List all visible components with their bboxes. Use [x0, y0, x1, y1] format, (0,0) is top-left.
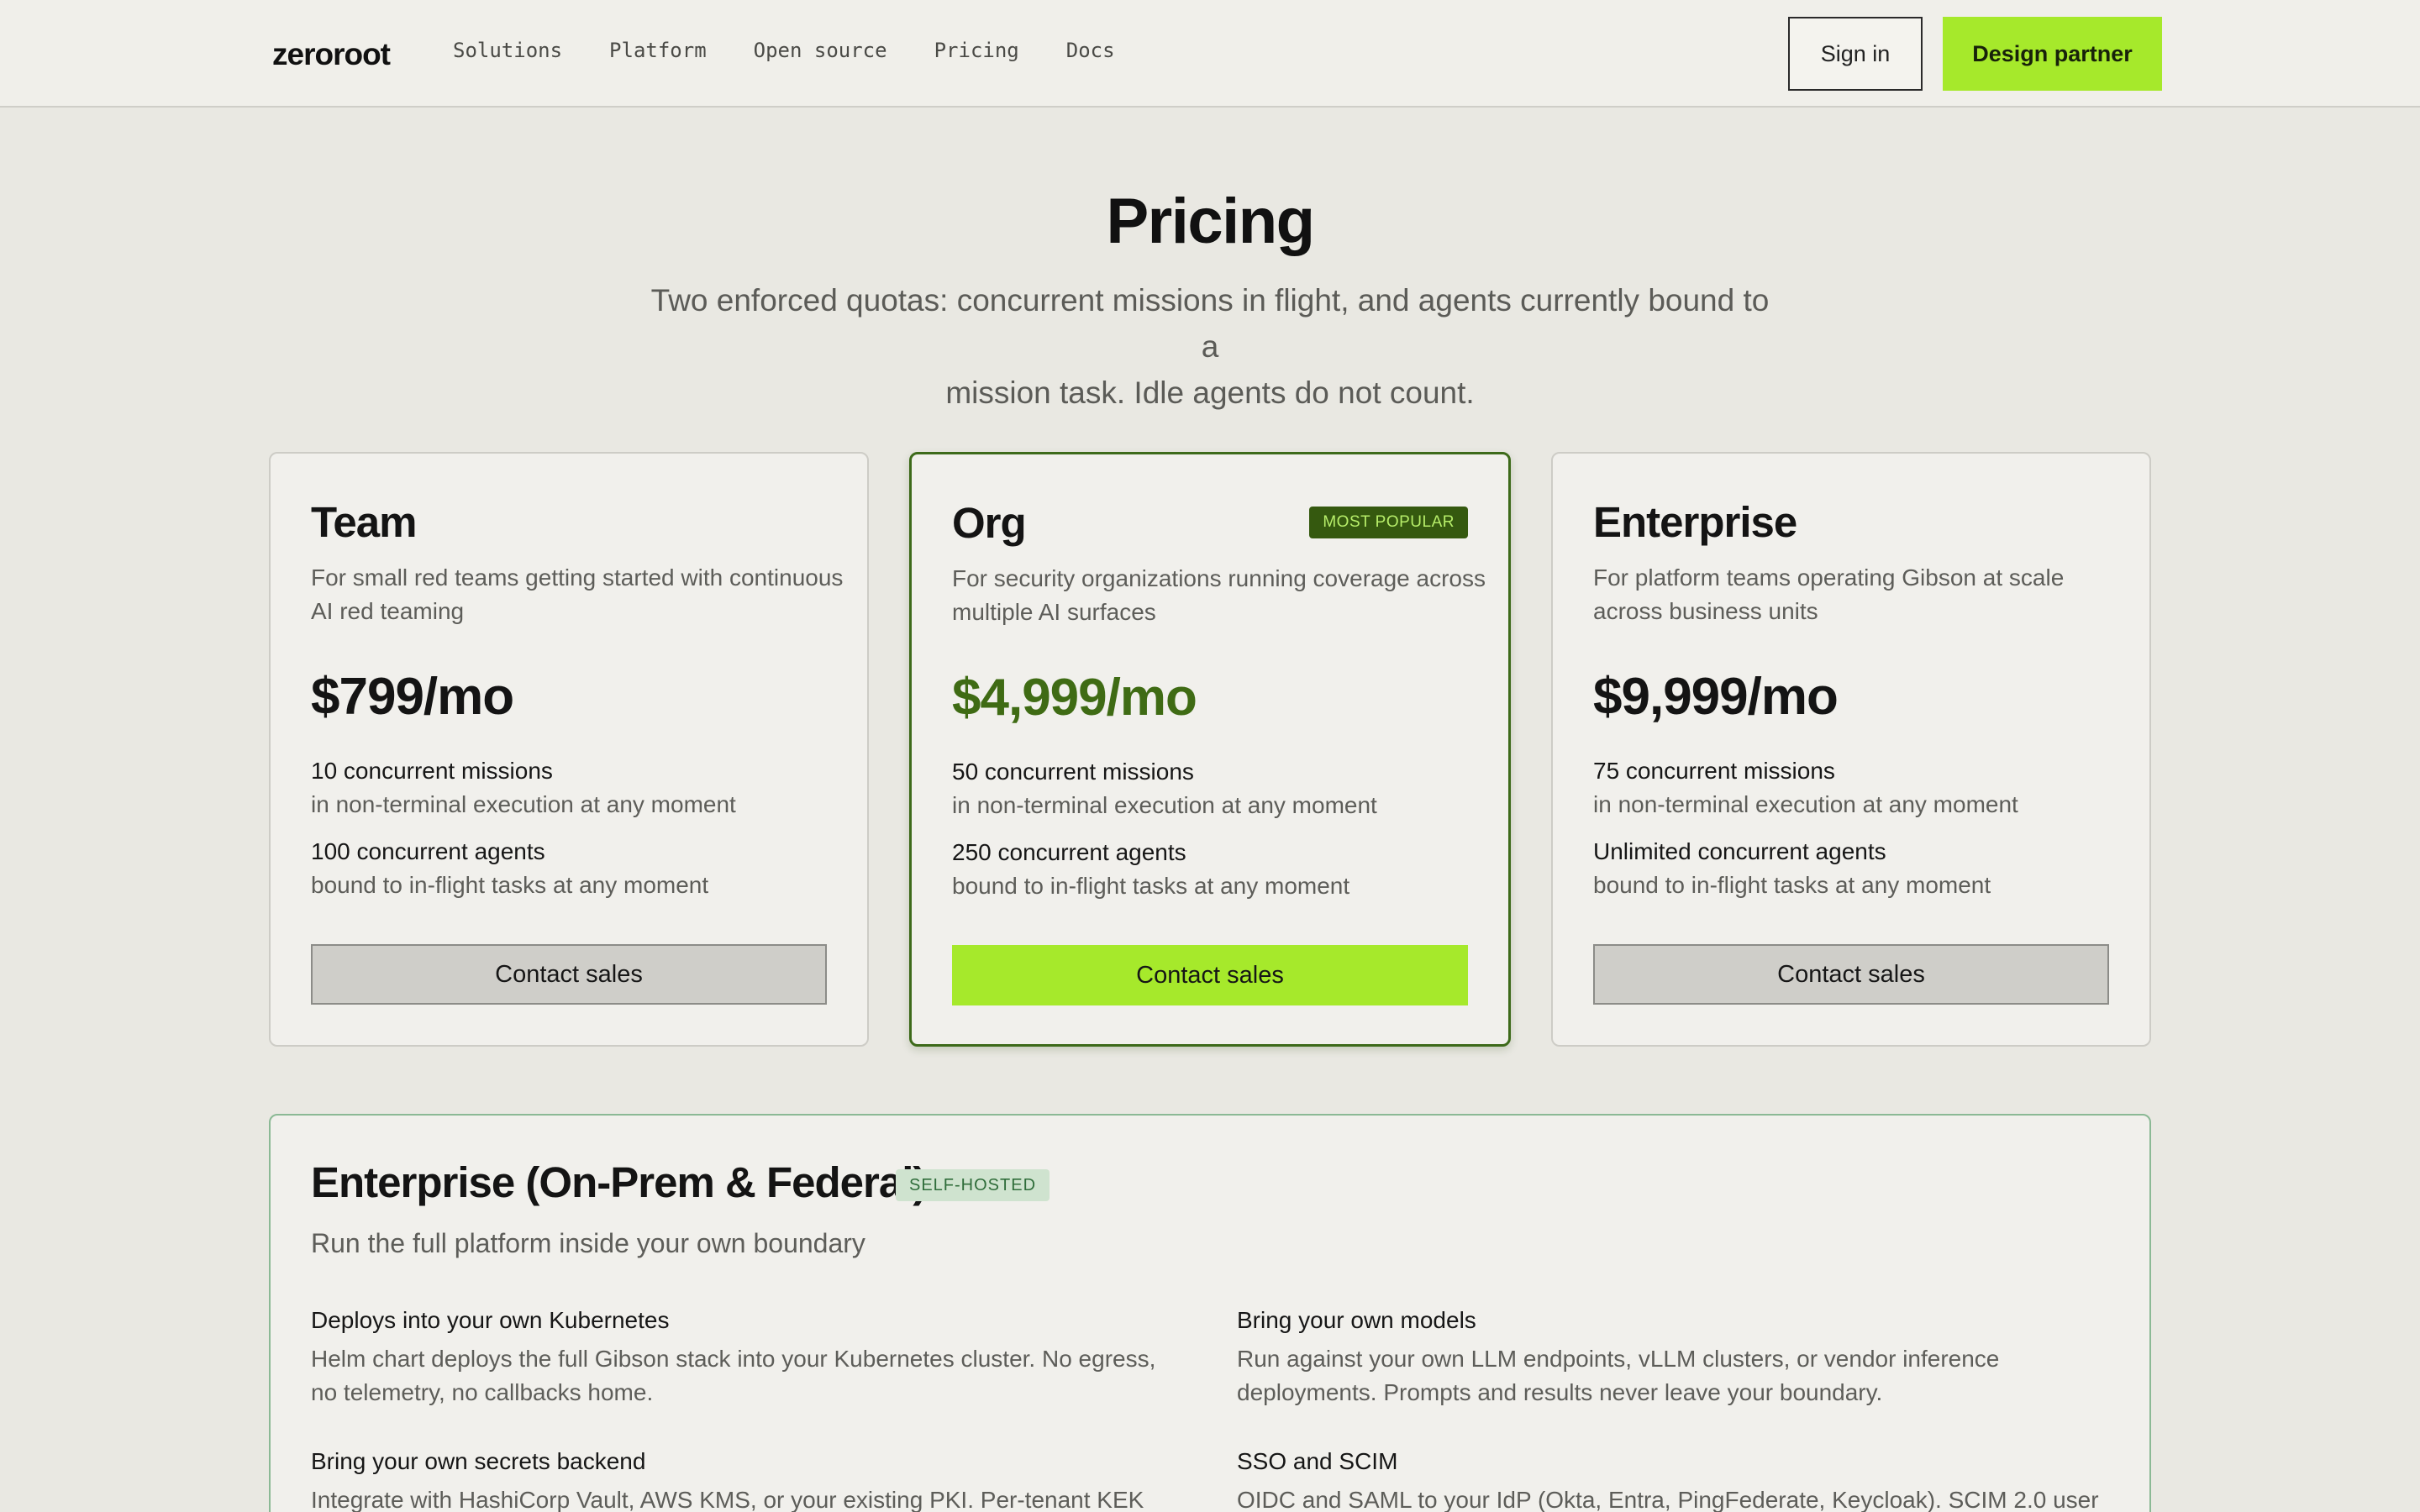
agents-quota-note: bound to in-flight tasks at any moment — [311, 872, 709, 898]
missions-quota-note: in non-terminal execution at any moment — [952, 792, 1377, 818]
nav-link-open-source[interactable]: Open source — [754, 39, 887, 62]
plan-card-team: Team For small red teams getting started… — [269, 452, 869, 1047]
feature-title: Bring your own models — [1237, 1307, 1476, 1333]
missions-quota-note: in non-terminal execution at any moment — [311, 791, 736, 817]
missions-quota-note: in non-terminal execution at any moment — [1593, 791, 2018, 817]
page-title: Pricing — [1106, 186, 1315, 257]
feature-description: Integrate with HashiCorp Vault, AWS KMS,… — [311, 1487, 1144, 1512]
design-partner-button[interactable]: Design partner — [1943, 17, 2162, 91]
plan-name: Team — [311, 498, 417, 546]
feature-own-models: Bring your own models Run against your o… — [1237, 1307, 2111, 1410]
plan-name: Org — [952, 499, 1027, 547]
plan-card-org: Org MOST POPULAR For security organizati… — [909, 452, 1511, 1047]
feature-kubernetes: Deploys into your own Kubernetes Helm ch… — [311, 1307, 1185, 1410]
feature-title: SSO and SCIM — [1237, 1448, 1398, 1474]
onprem-title: Enterprise (On-Prem & Federal) — [311, 1158, 927, 1206]
feature-sso-scim: SSO and SCIM OIDC and SAML to your IdP (… — [1237, 1448, 2111, 1512]
top-nav: zeroroot Solutions Platform Open source … — [0, 0, 2420, 108]
nav-link-pricing[interactable]: Pricing — [934, 39, 1019, 62]
agents-quota: 100 concurrent agents — [311, 838, 545, 864]
missions-quota: 10 concurrent missions — [311, 758, 553, 784]
plan-price: $9,999/mo — [1593, 668, 1839, 726]
page-subtitle-line-2: mission task. Idle agents do not count. — [945, 375, 1475, 410]
nav-link-platform[interactable]: Platform — [609, 39, 707, 62]
plan-description: For security organizations running cover… — [952, 565, 1486, 625]
plan-description: For platform teams operating Gibson at s… — [1593, 564, 2065, 624]
logo[interactable]: zeroroot — [272, 37, 391, 72]
sign-in-button[interactable]: Sign in — [1788, 17, 1923, 91]
plan-card-enterprise: Enterprise For platform teams operating … — [1551, 452, 2151, 1047]
contact-sales-button[interactable]: Contact sales — [311, 944, 827, 1005]
plan-name: Enterprise — [1593, 498, 1797, 546]
onprem-enterprise-panel: Enterprise (On-Prem & Federal) SELF-HOST… — [269, 1114, 2151, 1512]
plan-price: $799/mo — [311, 668, 514, 726]
feature-description: Helm chart deploys the full Gibson stack… — [311, 1346, 1156, 1405]
nav-links: Solutions Platform Open source Pricing D… — [453, 39, 1162, 62]
nav-link-solutions[interactable]: Solutions — [453, 39, 562, 62]
plan-price: $4,999/mo — [952, 669, 1197, 727]
feature-title: Deploys into your own Kubernetes — [311, 1307, 670, 1333]
most-popular-badge: MOST POPULAR — [1309, 507, 1468, 538]
contact-sales-button[interactable]: Contact sales — [1593, 944, 2109, 1005]
onprem-subtitle: Run the full platform inside your own bo… — [311, 1228, 865, 1258]
agents-quota-note: bound to in-flight tasks at any moment — [952, 873, 1350, 899]
feature-description: Run against your own LLM endpoints, vLLM… — [1237, 1346, 2000, 1405]
feature-title: Bring your own secrets backend — [311, 1448, 646, 1474]
agents-quota-note: bound to in-flight tasks at any moment — [1593, 872, 1991, 898]
self-hosted-badge: SELF-HOSTED — [896, 1169, 1050, 1201]
agents-quota: 250 concurrent agents — [952, 839, 1186, 865]
plan-description: For small red teams getting started with… — [311, 564, 844, 624]
missions-quota: 50 concurrent missions — [952, 759, 1194, 785]
nav-link-docs[interactable]: Docs — [1066, 39, 1115, 62]
page-subtitle-line-1: Two enforced quotas: concurrent missions… — [650, 283, 1770, 364]
page-subtitle: Two enforced quotas: concurrent missions… — [639, 277, 1781, 416]
feature-secrets-backend: Bring your own secrets backend Integrate… — [311, 1448, 1185, 1512]
agents-quota: Unlimited concurrent agents — [1593, 838, 1886, 864]
contact-sales-button[interactable]: Contact sales — [952, 945, 1468, 1005]
missions-quota: 75 concurrent missions — [1593, 758, 1835, 784]
feature-description: OIDC and SAML to your IdP (Okta, Entra, … — [1237, 1487, 2099, 1512]
